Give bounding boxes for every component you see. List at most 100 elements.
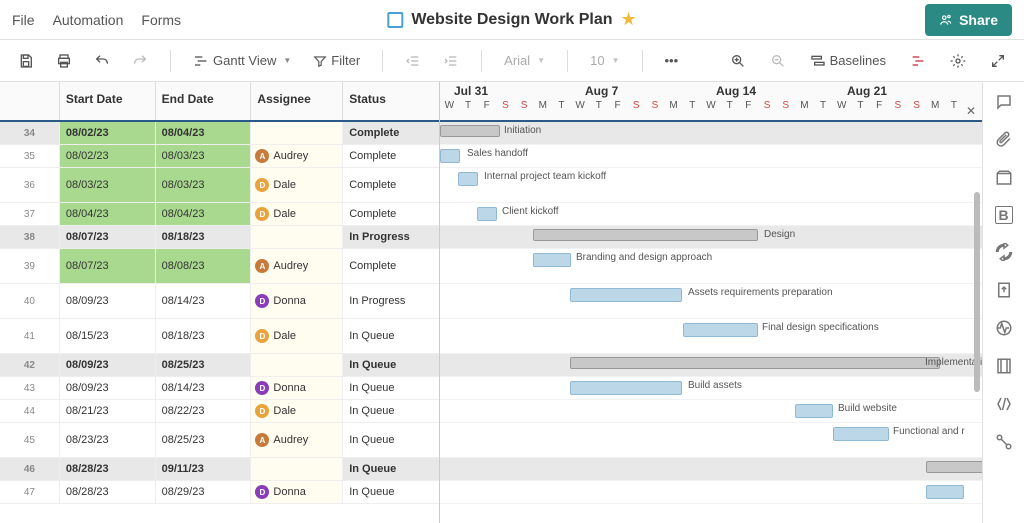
font-select[interactable]: Arial▼	[498, 49, 551, 72]
table-row[interactable]: 3508/02/2308/03/23AAudreyComplete	[0, 145, 439, 168]
table-row[interactable]: 4608/28/2309/11/23In Queue	[0, 458, 439, 481]
zoom-out-button[interactable]	[764, 49, 792, 73]
gantt-bar[interactable]	[458, 172, 478, 186]
table-row[interactable]: 4508/23/2308/25/23AAudreyIn Queue	[0, 423, 439, 458]
cell-start-date[interactable]: 08/09/23	[60, 377, 156, 399]
publish-icon[interactable]	[994, 280, 1014, 300]
zoom-in-button[interactable]	[724, 49, 752, 73]
cell-end-date[interactable]: 08/22/23	[156, 400, 252, 422]
comments-icon[interactable]	[994, 92, 1014, 112]
cell-status[interactable]: In Progress	[343, 226, 439, 248]
cell-status[interactable]: Complete	[343, 203, 439, 225]
close-icon[interactable]: ✕	[966, 104, 976, 118]
cell-end-date[interactable]: 08/08/23	[156, 249, 252, 283]
cell-end-date[interactable]: 08/25/23	[156, 423, 252, 457]
cell-status[interactable]: In Queue	[343, 481, 439, 503]
cell-end-date[interactable]: 08/14/23	[156, 284, 252, 318]
cell-assignee[interactable]: AAudrey	[251, 145, 343, 167]
connections-icon[interactable]	[994, 432, 1014, 452]
table-row[interactable]: 3408/02/2308/04/23Complete	[0, 122, 439, 145]
cell-start-date[interactable]: 08/15/23	[60, 319, 156, 353]
proofs-icon[interactable]	[994, 168, 1014, 188]
gantt-bar[interactable]	[440, 149, 460, 163]
cell-start-date[interactable]: 08/23/23	[60, 423, 156, 457]
column-assignee[interactable]: Assignee	[251, 82, 343, 120]
cell-end-date[interactable]: 08/18/23	[156, 226, 252, 248]
attachments-icon[interactable]	[994, 130, 1014, 150]
brandfolder-icon[interactable]: B	[995, 206, 1013, 224]
menu-forms[interactable]: Forms	[141, 12, 181, 28]
gantt-bar[interactable]	[833, 427, 889, 441]
share-button[interactable]: Share	[925, 4, 1012, 36]
cell-end-date[interactable]: 08/25/23	[156, 354, 252, 376]
more-button[interactable]: •••	[659, 49, 685, 72]
menu-file[interactable]: File	[12, 12, 35, 28]
gantt-bar[interactable]	[570, 381, 682, 395]
cell-start-date[interactable]: 08/03/23	[60, 168, 156, 202]
gantt-bar[interactable]	[570, 288, 682, 302]
table-row[interactable]: 3608/03/2308/03/23DDaleComplete	[0, 168, 439, 203]
settings-button[interactable]	[944, 49, 972, 73]
cell-assignee[interactable]	[251, 226, 343, 248]
font-size-select[interactable]: 10▼	[584, 49, 625, 72]
gantt-bar[interactable]	[570, 357, 940, 369]
table-row[interactable]: 4408/21/2308/22/23DDaleIn Queue	[0, 400, 439, 423]
cell-start-date[interactable]: 08/21/23	[60, 400, 156, 422]
save-button[interactable]	[12, 49, 40, 73]
cell-assignee[interactable]: DDale	[251, 400, 343, 422]
outdent-button[interactable]	[399, 49, 427, 73]
scrollbar-thumb[interactable]	[974, 192, 980, 392]
cell-status[interactable]: In Queue	[343, 423, 439, 457]
cell-end-date[interactable]: 08/03/23	[156, 168, 252, 202]
cell-start-date[interactable]: 08/28/23	[60, 458, 156, 480]
summary-icon[interactable]	[994, 356, 1014, 376]
gantt-bar[interactable]	[926, 485, 964, 499]
cell-assignee[interactable]: DDale	[251, 168, 343, 202]
gantt-view-button[interactable]: Gantt View▼	[187, 49, 297, 73]
cell-assignee[interactable]	[251, 458, 343, 480]
filter-button[interactable]: Filter	[307, 49, 366, 72]
menu-automation[interactable]: Automation	[53, 12, 124, 28]
cell-assignee[interactable]: DDonna	[251, 377, 343, 399]
critical-path-button[interactable]	[904, 49, 932, 73]
indent-button[interactable]	[437, 49, 465, 73]
cell-end-date[interactable]: 08/03/23	[156, 145, 252, 167]
cell-start-date[interactable]: 08/07/23	[60, 249, 156, 283]
table-row[interactable]: 3808/07/2308/18/23In Progress	[0, 226, 439, 249]
update-requests-icon[interactable]	[994, 242, 1014, 262]
gantt-bar[interactable]	[477, 207, 497, 221]
cell-status[interactable]: In Queue	[343, 377, 439, 399]
cell-end-date[interactable]: 09/11/23	[156, 458, 252, 480]
cell-assignee[interactable]: AAudrey	[251, 249, 343, 283]
cell-status[interactable]: Complete	[343, 145, 439, 167]
cell-assignee[interactable]: AAudrey	[251, 423, 343, 457]
column-end-date[interactable]: End Date	[156, 82, 252, 120]
cell-status[interactable]: In Queue	[343, 400, 439, 422]
workapps-icon[interactable]	[994, 394, 1014, 414]
cell-start-date[interactable]: 08/09/23	[60, 284, 156, 318]
cell-end-date[interactable]: 08/14/23	[156, 377, 252, 399]
baselines-button[interactable]: Baselines	[804, 49, 892, 73]
gantt-bar[interactable]	[795, 404, 833, 418]
cell-assignee[interactable]: DDonna	[251, 284, 343, 318]
cell-status[interactable]: Complete	[343, 168, 439, 202]
cell-status[interactable]: In Progress	[343, 284, 439, 318]
activity-log-icon[interactable]	[994, 318, 1014, 338]
gantt-bar[interactable]	[926, 461, 982, 473]
cell-assignee[interactable]: DDale	[251, 319, 343, 353]
cell-end-date[interactable]: 08/04/23	[156, 203, 252, 225]
expand-button[interactable]	[984, 49, 1012, 73]
cell-start-date[interactable]: 08/04/23	[60, 203, 156, 225]
cell-assignee[interactable]: DDale	[251, 203, 343, 225]
cell-assignee[interactable]	[251, 122, 343, 144]
cell-assignee[interactable]: DDonna	[251, 481, 343, 503]
print-button[interactable]	[50, 49, 78, 73]
gantt-bar[interactable]	[533, 229, 758, 241]
gantt-bar[interactable]	[533, 253, 571, 267]
table-row[interactable]: 4208/09/2308/25/23In Queue	[0, 354, 439, 377]
column-start-date[interactable]: Start Date	[60, 82, 156, 120]
undo-button[interactable]	[88, 49, 116, 73]
cell-status[interactable]: Complete	[343, 122, 439, 144]
table-row[interactable]: 4008/09/2308/14/23DDonnaIn Progress	[0, 284, 439, 319]
table-row[interactable]: 4708/28/2308/29/23DDonnaIn Queue	[0, 481, 439, 504]
